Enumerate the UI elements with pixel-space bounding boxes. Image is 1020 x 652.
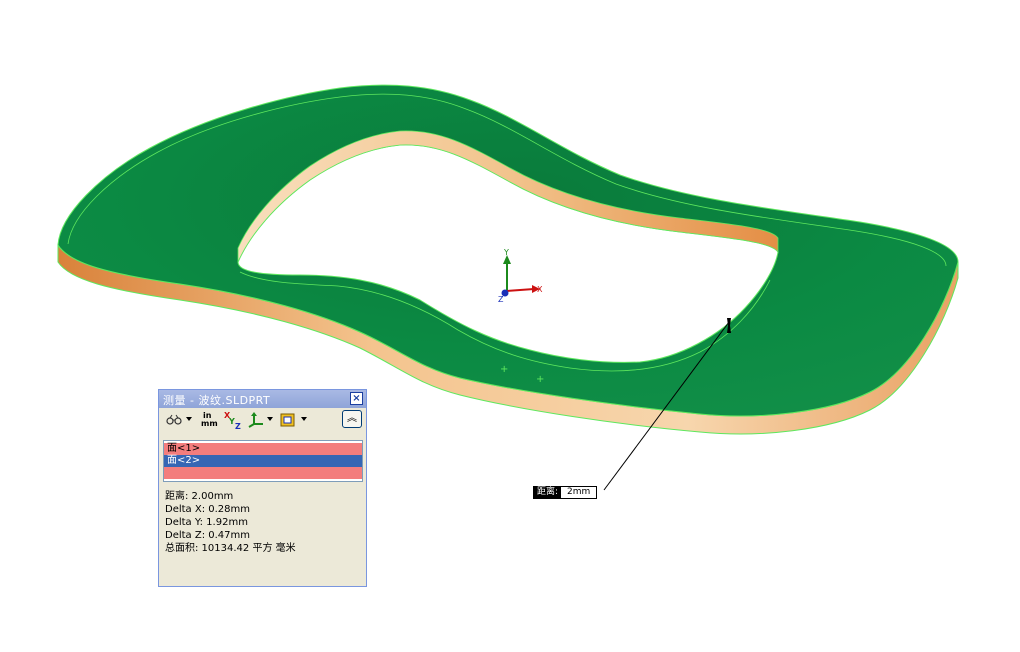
result-delta-z: Delta Z: 0.47mm (165, 530, 251, 541)
chevron-down-icon[interactable] (267, 417, 273, 421)
callout-value: 2mm (561, 487, 597, 498)
reference-triad (501, 255, 540, 297)
result-delta-x: Delta X: 0.28mm (165, 504, 251, 515)
projection-button[interactable] (279, 410, 297, 430)
result-distance: 距离: 2.00mm (165, 491, 234, 502)
chevron-down-icon[interactable] (186, 417, 192, 421)
coordinate-axes-icon (248, 412, 263, 428)
callout-label: 距离: (537, 487, 559, 497)
face-marker-1: + (500, 364, 508, 375)
collapse-button[interactable]: ︽ (342, 410, 362, 428)
show-xyz-button[interactable]: X Y Z (223, 410, 243, 430)
measure-dialog: 测量 - 波纹.SLDPRT × in mm X Y Z ︽ 面<1> 面<2>… (158, 389, 367, 587)
triad-z-label: Z (498, 295, 504, 304)
selection-item-empty[interactable] (164, 467, 362, 479)
part-model[interactable]: + + (0, 0, 1020, 652)
result-delta-y: Delta Y: 1.92mm (165, 517, 248, 528)
dialog-titlebar[interactable]: 测量 - 波纹.SLDPRT × (159, 390, 366, 408)
coordinate-system-button[interactable] (247, 410, 265, 430)
chevron-down-icon[interactable] (301, 417, 307, 421)
selection-list[interactable]: 面<1> 面<2> (163, 440, 363, 482)
svg-text:Y: Y (228, 417, 235, 426)
triad-y-label: Y (504, 248, 509, 257)
svg-text:Z: Z (235, 422, 241, 429)
dialog-title: 测量 - 波纹.SLDPRT (163, 394, 271, 407)
xyz-icon: X Y Z (224, 411, 241, 429)
graphics-viewport[interactable]: + + Y X Z (0, 0, 1020, 652)
glasses-icon (166, 414, 182, 425)
units-mm-label: mm (201, 419, 218, 428)
face-marker-2: + (536, 374, 544, 385)
distance-callout[interactable]: 距离: 2mm (533, 486, 598, 499)
selection-item-face-2[interactable]: 面<2> (164, 455, 362, 467)
selection-item-face-1[interactable]: 面<1> (164, 443, 362, 455)
triad-x-label: X (537, 285, 543, 294)
measure-results: 距离: 2.00mm Delta X: 0.28mm Delta Y: 1.92… (165, 490, 363, 555)
result-total-area: 总面积: 10134.42 平方 毫米 (165, 543, 296, 554)
close-button[interactable]: × (350, 392, 363, 405)
arc-circle-options-button[interactable] (165, 410, 183, 430)
projection-icon (280, 413, 295, 427)
measure-toolbar: in mm X Y Z ︽ (161, 410, 365, 432)
